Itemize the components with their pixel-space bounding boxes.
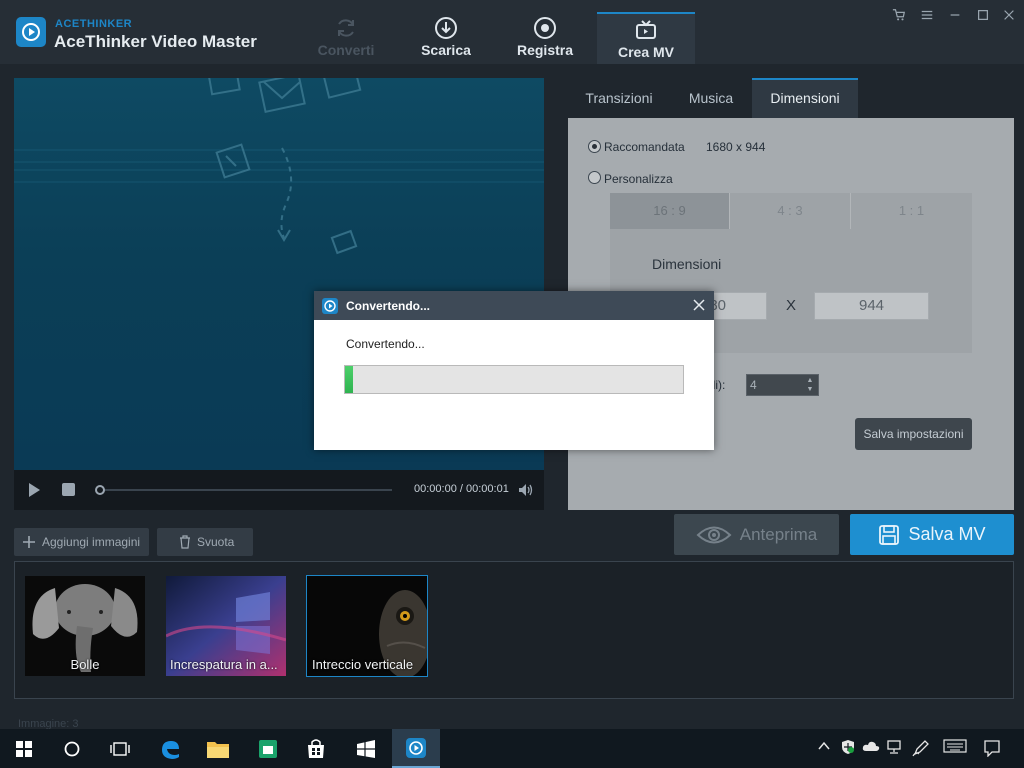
search-circle-icon[interactable] (48, 729, 96, 768)
trash-icon (180, 535, 190, 549)
preview-button[interactable]: Anteprima (674, 514, 839, 555)
add-images-button[interactable]: Aggiungi immagini (14, 528, 149, 556)
title-bar: ACETHINKER AceThinker Video Master Conve… (0, 0, 1024, 64)
thumbnail-item[interactable]: Intreccio verticale (306, 575, 428, 677)
tab-registra[interactable]: Registra (496, 12, 594, 64)
x-separator: X (786, 297, 797, 314)
save-mv-label: Salva MV (908, 524, 986, 544)
maximize-icon[interactable] (974, 8, 992, 24)
progress-fill (345, 366, 354, 393)
taskbar (0, 729, 1024, 768)
tab-dimensioni[interactable]: Dimensioni (752, 78, 858, 118)
tab-converti-label: Converti (317, 42, 375, 58)
task-view-icon[interactable] (96, 729, 144, 768)
play-icon[interactable] (26, 482, 42, 498)
clear-label: Svuota (197, 535, 235, 549)
app-window: ACETHINKER AceThinker Video Master Conve… (0, 0, 1024, 730)
notification-icon[interactable] (982, 739, 1002, 759)
tab-scarica[interactable]: Scarica (397, 12, 495, 64)
duration-value: 4 (750, 378, 757, 392)
stepper-up-icon[interactable]: ▲ (804, 376, 816, 385)
ratio-1-1[interactable]: 1 : 1 (851, 193, 972, 229)
preview-label: Anteprima (739, 524, 818, 544)
save-mv-button[interactable]: Salva MV (850, 514, 1014, 555)
thumbnail-item[interactable]: Bolle (25, 576, 145, 676)
keyboard-icon[interactable] (943, 739, 967, 759)
refresh-icon (338, 19, 354, 37)
media-player-icon[interactable] (244, 729, 292, 768)
ratio-16-9[interactable]: 16 : 9 (610, 193, 730, 229)
radio-custom[interactable] (588, 171, 601, 184)
tab-crea-mv-label: Crea MV (617, 44, 675, 60)
save-settings-button[interactable]: Salva impostazioni (855, 418, 972, 450)
network-icon[interactable] (885, 739, 905, 759)
dialog-logo-icon (322, 298, 338, 314)
ratio-selector: 16 : 9 4 : 3 1 : 1 (610, 193, 972, 229)
custom-label: Personalizza (604, 172, 673, 186)
tab-scarica-label: Scarica (421, 42, 471, 58)
add-images-label: Aggiungi immagini (42, 535, 141, 549)
tab-registra-label: Registra (516, 42, 574, 58)
edge-icon[interactable] (146, 729, 194, 768)
ratio-4-3[interactable]: 4 : 3 (730, 193, 851, 229)
image-strip (14, 561, 1014, 699)
save-icon (879, 524, 900, 545)
stop-icon[interactable] (62, 483, 75, 496)
menu-icon[interactable] (918, 8, 936, 24)
tab-crea-mv[interactable]: Crea MV (597, 12, 695, 64)
chevron-up-icon[interactable] (814, 739, 834, 759)
player-controls: 00:00:00 / 00:00:01 (14, 470, 544, 510)
seek-bar[interactable] (95, 485, 392, 495)
brand-small: ACETHINKER (55, 18, 133, 30)
dialog-close-icon[interactable] (690, 296, 708, 314)
thumbnail-label: Intreccio verticale (312, 657, 414, 672)
height-input[interactable]: 944 (814, 292, 929, 320)
acethinker-icon[interactable] (392, 729, 440, 768)
time-display: 00:00:00 / 00:00:01 (414, 483, 509, 495)
file-explorer-icon[interactable] (194, 729, 242, 768)
seek-handle[interactable] (95, 485, 105, 495)
volume-icon[interactable] (517, 482, 533, 498)
cart-icon[interactable] (890, 8, 908, 24)
thumbnail-label: Increspatura in a... (170, 657, 278, 672)
record-icon (534, 17, 556, 39)
thumbnail-label: Bolle (70, 657, 100, 672)
defender-icon[interactable] (838, 739, 858, 759)
thumbnail-item[interactable]: Increspatura in a... (166, 576, 286, 676)
windows-start-icon[interactable] (0, 729, 48, 768)
recommended-value: 1680 x 944 (706, 140, 766, 154)
eye-icon (696, 526, 732, 543)
dialog-header: Convertendo... (314, 291, 714, 320)
dialog-title: Convertendo... (346, 299, 431, 313)
tab-musica[interactable]: Musica (670, 78, 752, 118)
dialog-message: Convertendo... (346, 337, 425, 351)
recommended-label: Raccomandata (604, 140, 685, 154)
clear-button[interactable]: Svuota (157, 528, 253, 556)
download-icon (435, 17, 457, 39)
plus-icon (23, 536, 35, 548)
radio-recommended[interactable] (588, 140, 601, 153)
pen-icon[interactable] (911, 739, 931, 759)
close-icon[interactable] (1000, 8, 1018, 24)
progress-bar (344, 365, 684, 394)
onedrive-icon[interactable] (861, 739, 881, 759)
stepper-down-icon[interactable]: ▼ (804, 385, 816, 394)
store-icon[interactable] (292, 729, 340, 768)
tv-icon (636, 20, 656, 39)
minimize-icon[interactable] (946, 8, 964, 24)
store-bag-icon[interactable] (342, 729, 390, 768)
tab-converti[interactable]: Converti (297, 12, 395, 64)
app-logo-icon (16, 17, 46, 47)
converting-dialog: Convertendo... Convertendo... (314, 291, 714, 450)
tab-transizioni[interactable]: Transizioni (568, 78, 670, 118)
dimensions-label: Dimensioni (652, 256, 722, 272)
duration-stepper[interactable]: 4 ▲ ▼ (746, 374, 819, 396)
app-title: AceThinker Video Master (54, 32, 257, 51)
